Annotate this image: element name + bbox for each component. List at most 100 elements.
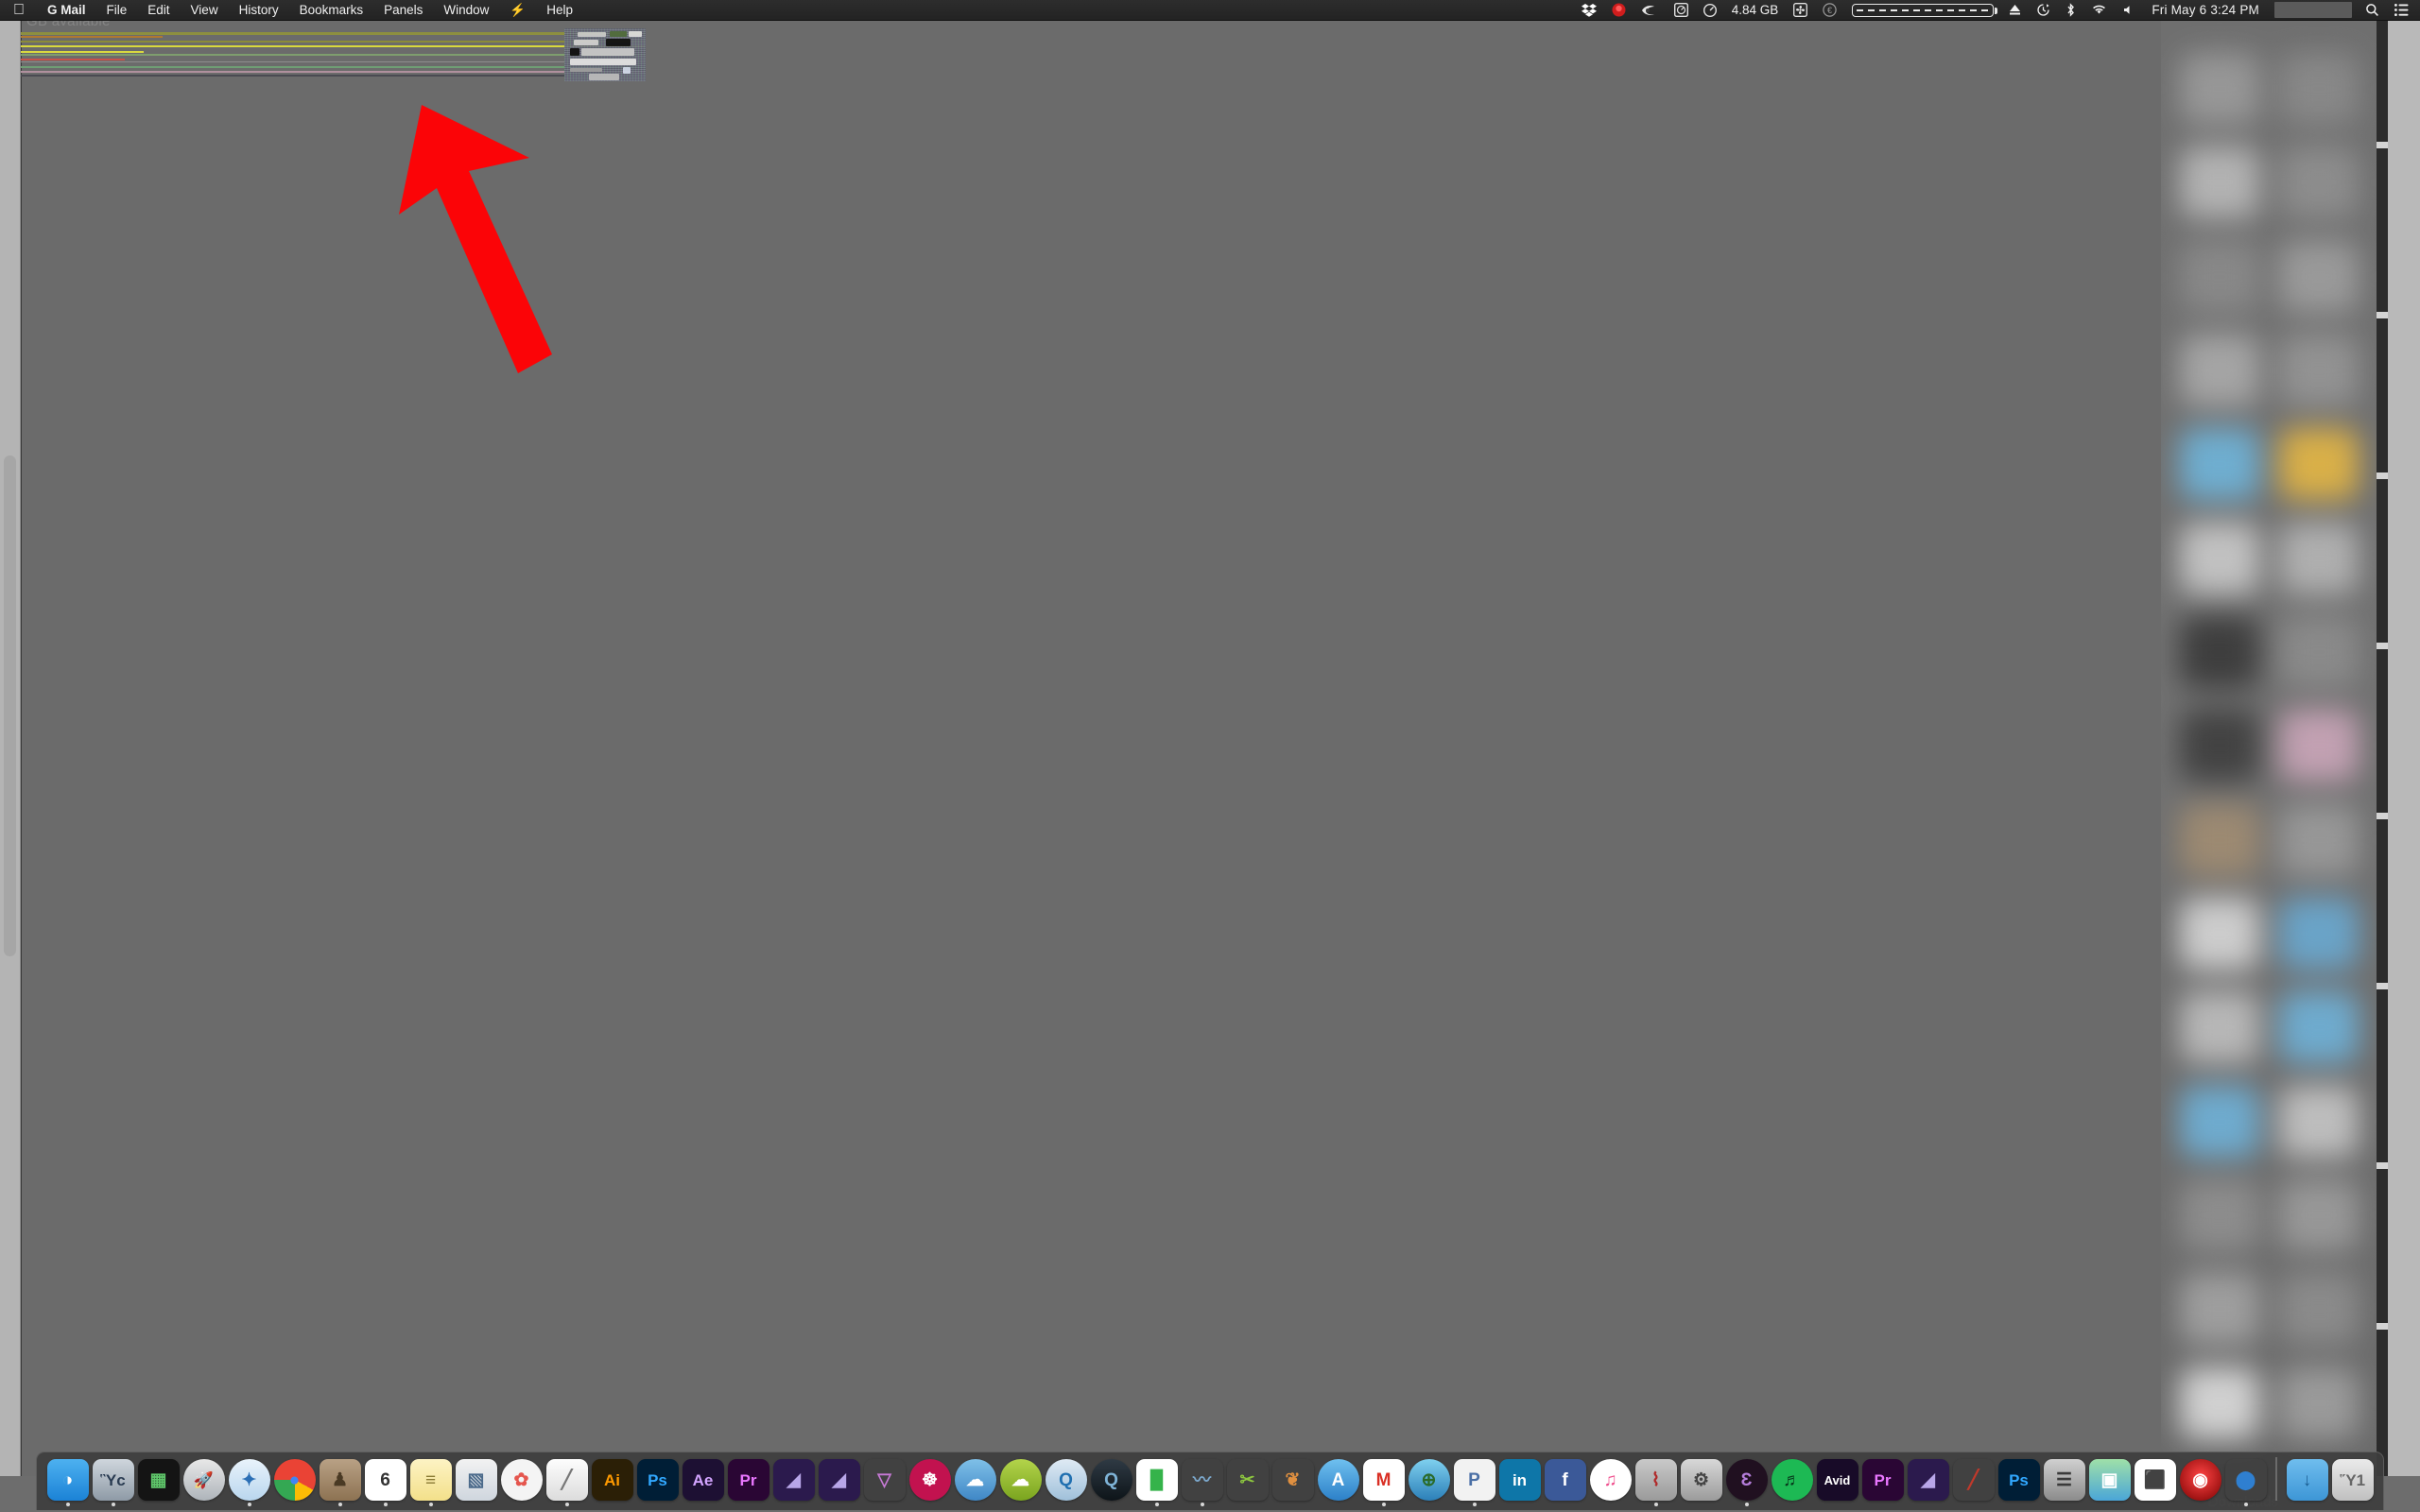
dock-item-linkedin[interactable]: in [1498, 1457, 1541, 1506]
glitch-dialog-row [581, 48, 634, 56]
dock-item-gear-app[interactable]: ⚙ [1680, 1457, 1722, 1506]
dock-item-photoshop-2[interactable]: Ps [1997, 1457, 2040, 1506]
dock-item-textedit[interactable]: ╱ [545, 1457, 588, 1506]
dock-item-pen-tool[interactable]: ╱ [1952, 1457, 1995, 1506]
dock-item-trash[interactable]: Ὕ1 [2331, 1457, 2374, 1506]
dock-item-downloads[interactable]: ↓ [2286, 1457, 2328, 1506]
dock-item-illustrator[interactable]: Ai [591, 1457, 633, 1506]
menu-bar-clock[interactable]: Fri May 6 3:24 PM [2142, 0, 2269, 20]
fan-icon[interactable] [1786, 0, 1815, 20]
notification-center-icon[interactable] [2387, 0, 2416, 20]
glitch-scanline [21, 59, 125, 60]
dock-item-funnel[interactable]: ▽ [863, 1457, 906, 1506]
dock-item-mission-control[interactable]: ▦ [137, 1457, 180, 1506]
dock-item-scissors-app[interactable]: ✂ [1226, 1457, 1269, 1506]
blurred-icon-tile [2179, 1273, 2259, 1346]
blurred-icon-tile [2278, 522, 2359, 594]
dock-item-pages[interactable]: ❦ [1271, 1457, 1314, 1506]
dock-item-davinci[interactable]: ☸ [908, 1457, 951, 1506]
menu-item-panels[interactable]: Panels [373, 0, 433, 20]
nvidia-icon[interactable] [1634, 0, 1667, 20]
qt-dark-icon: Q [1090, 1459, 1132, 1501]
mail-stickies-icon: ▧ [455, 1459, 497, 1501]
dock-item-safari[interactable]: ✦ [228, 1457, 270, 1506]
dock-item-avid[interactable]: Avid [1816, 1457, 1858, 1506]
dock-running-indicator [1427, 1503, 1431, 1506]
memory-readout[interactable]: 4.84 GB [1724, 0, 1787, 20]
dock-item-bumptop[interactable]: ⬤ [2224, 1457, 2267, 1506]
dock-item-after-effects[interactable]: Ae [682, 1457, 724, 1506]
menu-item-view[interactable]: View [181, 0, 229, 20]
time-machine-icon[interactable] [2029, 0, 2058, 20]
dock-item-chrome[interactable]: ● [273, 1457, 316, 1506]
dock-item-spotify[interactable]: ♬ [1771, 1457, 1813, 1506]
dock-item-media-encoder-1[interactable]: ◢ [772, 1457, 815, 1506]
user-account-menu[interactable] [2274, 2, 2352, 18]
dock-item-clapperboard[interactable]: ⬛ [2134, 1457, 2176, 1506]
dock-item-app-store[interactable]: A [1317, 1457, 1359, 1506]
dropbox-icon[interactable] [1574, 0, 1604, 20]
dock-item-qt-dark[interactable]: Q [1090, 1457, 1132, 1506]
dock-item-waveform-app[interactable]: ⌇ [1634, 1457, 1677, 1506]
svg-text:€: € [1827, 6, 1832, 15]
glitch-dialog-row [606, 39, 631, 46]
dock-item-quicktime[interactable]: Q [1045, 1457, 1087, 1506]
gear-app-icon: ⚙ [1680, 1459, 1722, 1501]
apple-menu-icon[interactable]:  [0, 0, 37, 20]
dock-item-facebook[interactable]: f [1544, 1457, 1586, 1506]
cloud-green-icon: ☁ [999, 1459, 1042, 1501]
battery-icon[interactable] [1852, 3, 1998, 17]
menu-app-name[interactable]: G Mail [37, 0, 96, 20]
background-window-body[interactable] [21, 21, 2195, 1476]
volume-icon[interactable] [2115, 0, 2142, 20]
eject-icon[interactable] [2001, 0, 2029, 20]
euro-icon[interactable]: € [1815, 0, 1844, 20]
dock-item-notes[interactable]: ≡ [409, 1457, 452, 1506]
dock-item-launchpad[interactable]: 🚀 [182, 1457, 225, 1506]
dock-item-cloud-blue[interactable]: ☁ [954, 1457, 996, 1506]
scissors-app-icon: ✂ [1227, 1459, 1269, 1501]
dock-item-gmail[interactable]: M [1362, 1457, 1405, 1506]
dock-item-calendar[interactable]: 6 [364, 1457, 406, 1506]
menu-item-history[interactable]: History [229, 0, 289, 20]
dock-item-wave-app[interactable]: 〰 [1181, 1457, 1223, 1506]
dock-item-media-encoder-2[interactable]: ◢ [818, 1457, 860, 1506]
dock-item-contacts[interactable]: ♟ [319, 1457, 361, 1506]
dock-item-media-encoder-3[interactable]: ◢ [1907, 1457, 1949, 1506]
after-effects-icon: Ae [682, 1459, 724, 1501]
dock-item-evernote[interactable]: Ɛ [1725, 1457, 1768, 1506]
dock-item-globe[interactable]: ⊕ [1408, 1457, 1450, 1506]
menu-item-bookmarks[interactable]: Bookmarks [289, 0, 374, 20]
record-icon[interactable] [1604, 0, 1634, 20]
gauge-icon[interactable] [1667, 0, 1696, 20]
menu-item-window[interactable]: Window [433, 0, 499, 20]
dock-running-indicator [928, 1503, 932, 1506]
dock-item-image-capture[interactable]: Ὓc [92, 1457, 134, 1506]
lightning-bolt-icon[interactable]: ⚡ [499, 0, 536, 20]
dock-item-premiere-2[interactable]: Pr [1861, 1457, 1904, 1506]
memory-gauge-icon[interactable] [1696, 0, 1724, 20]
dock-item-photos[interactable]: ✿ [500, 1457, 543, 1506]
dock-item-mail-stickies[interactable]: ▧ [455, 1457, 497, 1506]
left-scrollbar-thumb[interactable] [4, 455, 16, 956]
dock-item-dvd-player[interactable]: ◉ [2179, 1457, 2221, 1506]
menu-item-file[interactable]: File [96, 0, 138, 20]
dock-item-finder[interactable]: ◑ [46, 1457, 89, 1506]
dock-item-cloud-green[interactable]: ☁ [999, 1457, 1042, 1506]
bluetooth-icon[interactable] [2058, 0, 2083, 20]
dock-item-numbers[interactable]: █ [1135, 1457, 1178, 1506]
davinci-icon: ☸ [908, 1459, 951, 1501]
wifi-icon[interactable] [2083, 0, 2115, 20]
dock-item-preview[interactable]: ▣ [2088, 1457, 2131, 1506]
dock-item-scanner[interactable]: ☰ [2043, 1457, 2085, 1506]
menu-item-help[interactable]: Help [536, 0, 583, 20]
dock-item-photoshop[interactable]: Ps [636, 1457, 679, 1506]
blurred-icon-tile [2179, 1085, 2259, 1158]
dock-item-premiere-1[interactable]: Pr [727, 1457, 769, 1506]
spotlight-search-icon[interactable] [2358, 0, 2387, 20]
blurred-icon-panel[interactable] [2161, 21, 2377, 1476]
dock-item-itunes[interactable]: ♫ [1589, 1457, 1632, 1506]
dock-item-powerpoint[interactable]: P [1453, 1457, 1495, 1506]
downloads-icon: ↓ [2286, 1459, 2328, 1501]
menu-item-edit[interactable]: Edit [137, 0, 180, 20]
